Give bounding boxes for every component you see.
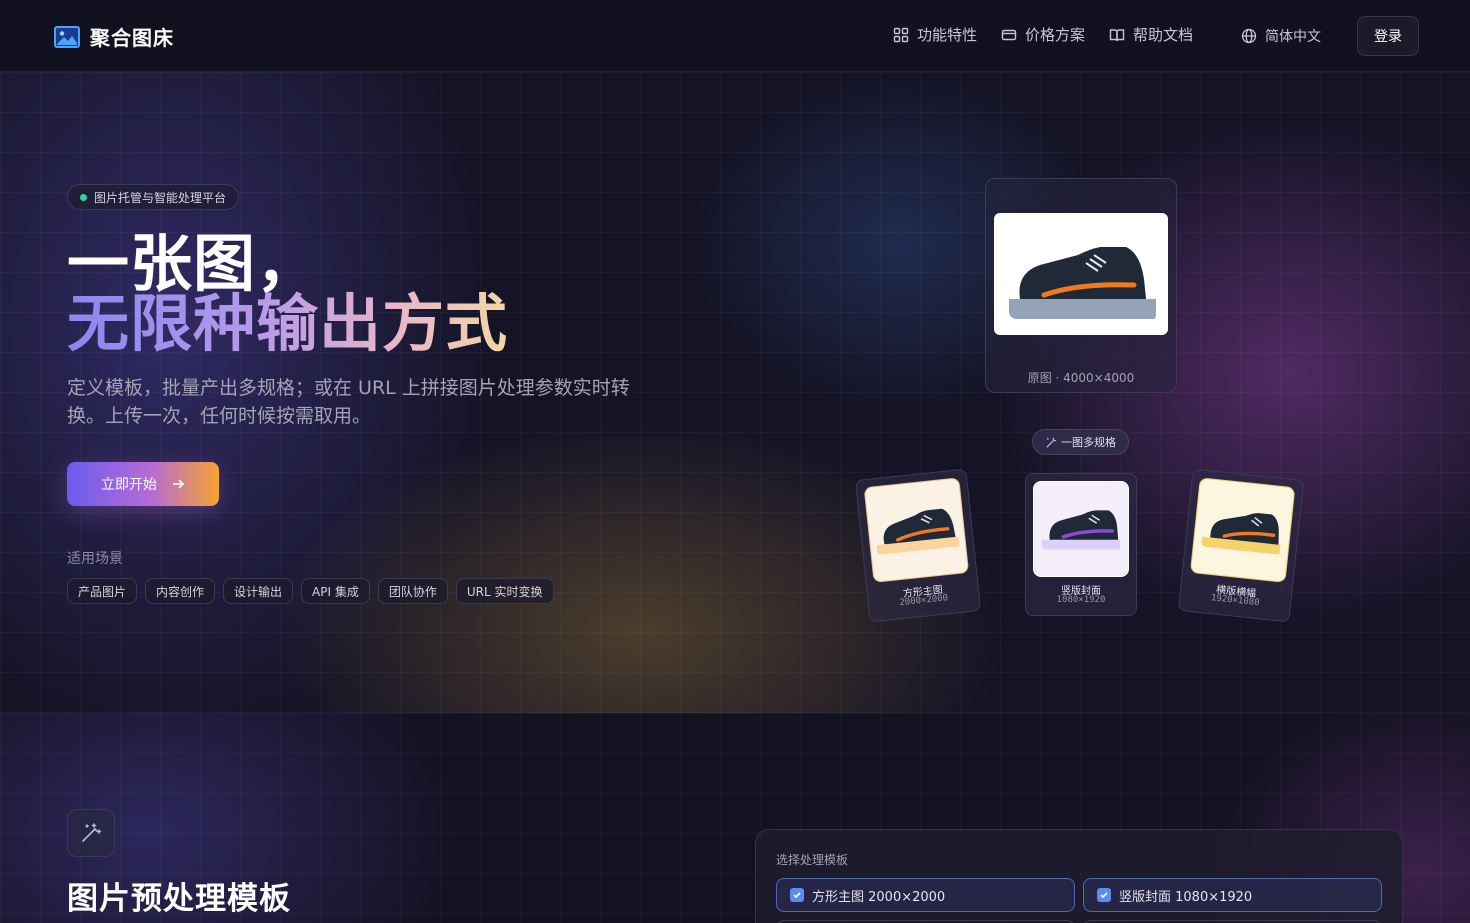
variant-card-portrait: 竖版封面 1080×1920: [1025, 473, 1137, 616]
variant-size: 1080×1920: [1056, 595, 1106, 605]
original-image: [994, 213, 1168, 335]
scene-tag[interactable]: URL 实时变换: [455, 578, 554, 604]
option-label: 方形主图 2000×2000: [812, 889, 946, 905]
scene-tag[interactable]: 设计输出: [223, 578, 294, 604]
variant-image: [1189, 477, 1296, 583]
nav-link-label: 帮助文档: [1133, 26, 1194, 44]
preprocess-section: 图片预处理模板 选择处理模板 方形主图 2000×2000 竖版封面 1080×…: [0, 713, 1470, 923]
template-option-square[interactable]: 方形主图 2000×2000: [776, 878, 1075, 912]
variant-image: [1033, 481, 1129, 577]
nav-link-label: 功能特性: [917, 26, 978, 44]
book-icon: [1109, 28, 1125, 41]
option-label: 竖版封面 1080×1920: [1119, 889, 1253, 905]
checkbox-checked[interactable]: [790, 888, 804, 902]
get-started-button[interactable]: 立即开始: [67, 462, 219, 506]
brand-logo[interactable]: 聚合图床: [54, 22, 174, 51]
platform-badge: 图片托管与智能处理平台: [67, 184, 240, 210]
arrow-right-icon: [173, 479, 185, 489]
grid-icon: [893, 27, 909, 42]
image-icon: [54, 25, 80, 48]
variant-card-landscape: 横版横幅 1920×1080: [1177, 468, 1305, 623]
template-option-portrait[interactable]: 竖版封面 1080×1920: [1083, 878, 1382, 912]
scenes-label: 适用场景: [67, 551, 123, 567]
variant-card-square: 方形主图 2000×2000: [854, 468, 982, 623]
card-icon: [1001, 29, 1017, 40]
shoe-illustration: [1041, 510, 1121, 550]
panel-label: 选择处理模板: [776, 853, 849, 867]
scene-tag[interactable]: API 集成: [301, 578, 370, 604]
shoe-illustration: [876, 508, 960, 555]
globe-icon: [1241, 28, 1257, 44]
scene-tag[interactable]: 团队协作: [377, 578, 448, 604]
hero-section: 图片托管与智能处理平台 一张图， 无限种输出方式 定义模板，批量产出多规格；或在…: [0, 72, 1470, 713]
language-label: 简体中文: [1265, 29, 1321, 45]
shoe-illustration: [1201, 513, 1281, 555]
multi-spec-pill: 一图多规格: [1032, 429, 1129, 455]
hero-subtitle: 定义模板，批量产出多规格；或在 URL 上拼接图片处理参数实时转换。上传一次，任…: [67, 377, 630, 427]
original-image-card: 原图 · 4000×4000: [985, 178, 1177, 393]
language-selector[interactable]: 简体中文: [1241, 26, 1321, 46]
scene-tags: 产品图片 内容创作 设计输出 API 集成 团队协作 URL 实时变换: [67, 578, 554, 604]
template-select-panel: 选择处理模板 方形主图 2000×2000 竖版封面 1080×1920: [755, 829, 1403, 923]
nav-link-pricing[interactable]: 价格方案: [1001, 24, 1085, 45]
nav-link-docs[interactable]: 帮助文档: [1109, 24, 1193, 45]
status-dot: [80, 194, 87, 201]
original-caption: 原图 · 4000×4000: [1027, 371, 1135, 385]
variant-image: [863, 477, 970, 583]
nav-link-label: 价格方案: [1025, 26, 1086, 44]
scene-tag[interactable]: 内容创作: [145, 578, 216, 604]
cta-label: 立即开始: [101, 477, 157, 493]
magic-wand-icon: [82, 823, 102, 842]
brand-name: 聚合图床: [90, 26, 174, 50]
badge-label: 图片托管与智能处理平台: [94, 190, 227, 205]
check-icon: [793, 892, 801, 899]
multi-spec-label: 一图多规格: [1061, 436, 1116, 449]
feature-icon-box: [67, 809, 115, 857]
nav-links: 功能特性 价格方案 帮助文档: [893, 24, 1193, 45]
shoe-illustration: [1009, 247, 1156, 319]
checkbox-checked[interactable]: [1097, 888, 1111, 902]
check-icon: [1100, 892, 1108, 899]
section-title: 图片预处理模板: [67, 881, 291, 917]
top-navbar: 聚合图床 功能特性 价格方案 帮助文档 简体中文 登录: [0, 0, 1470, 72]
nav-link-features[interactable]: 功能特性: [893, 24, 977, 45]
login-button[interactable]: 登录: [1357, 16, 1419, 56]
headline-line2: 无限种输出方式: [67, 287, 509, 360]
scene-tag[interactable]: 产品图片: [67, 578, 138, 604]
wand-icon: [1046, 437, 1057, 448]
